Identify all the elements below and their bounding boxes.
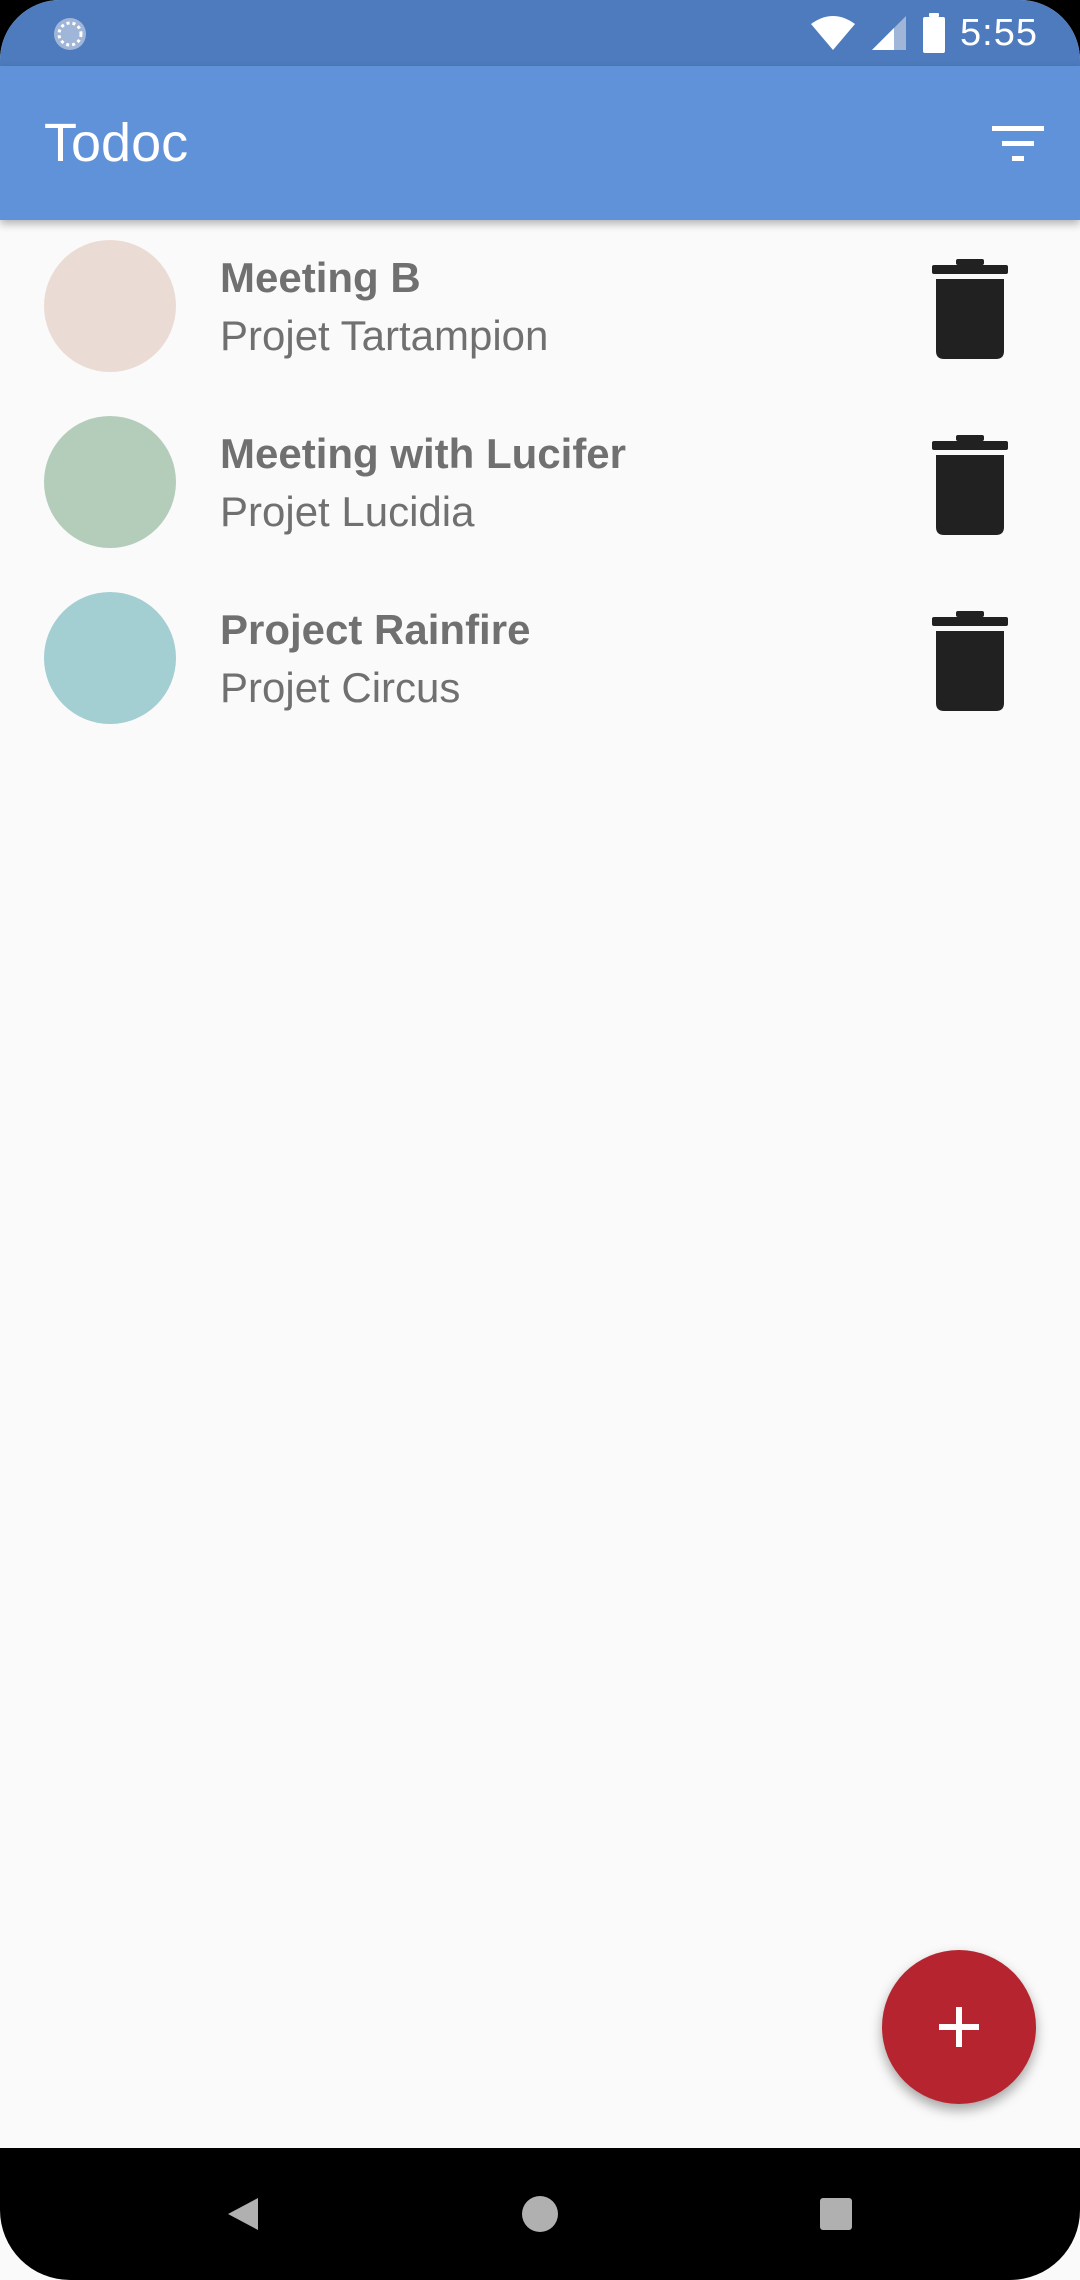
task-row[interactable]: Meeting B Projet Tartampion — [0, 220, 1080, 396]
recents-button[interactable] — [800, 2178, 872, 2250]
home-icon — [522, 2196, 558, 2232]
task-project: Projet Circus — [220, 664, 461, 711]
cellular-signal-icon — [872, 16, 907, 50]
filter-icon — [992, 126, 1044, 161]
plus-icon — [939, 2007, 979, 2047]
trash-icon — [932, 611, 1008, 711]
project-color-dot — [44, 240, 176, 372]
task-project: Projet Lucidia — [220, 488, 475, 535]
app-bar: Todoc — [0, 66, 1080, 220]
home-button[interactable] — [504, 2178, 576, 2250]
task-project: Projet Tartampion — [220, 312, 549, 359]
battery-icon — [923, 13, 946, 53]
project-color-dot — [44, 416, 176, 548]
task-row[interactable]: Meeting with Lucifer Projet Lucidia — [0, 396, 1080, 572]
navigation-bar — [0, 2148, 1080, 2280]
delete-task-button[interactable] — [922, 430, 1018, 540]
recents-icon — [820, 2198, 852, 2230]
task-row[interactable]: Project Rainfire Projet Circus — [0, 572, 1080, 748]
app-title: Todoc — [44, 113, 189, 173]
trash-icon — [932, 435, 1008, 535]
sync-icon — [54, 18, 86, 50]
filter-button[interactable] — [986, 112, 1050, 176]
status-right-group: 5:55 — [810, 8, 1038, 58]
status-bar: 5:55 — [0, 0, 1080, 66]
task-list: Meeting B Projet Tartampion Meeting with… — [0, 220, 1080, 748]
project-color-dot — [44, 592, 176, 724]
add-task-button[interactable] — [882, 1950, 1036, 2104]
delete-task-button[interactable] — [922, 606, 1018, 716]
back-icon — [228, 2198, 258, 2230]
delete-task-button[interactable] — [922, 254, 1018, 364]
task-name: Meeting B — [220, 254, 421, 301]
trash-icon — [932, 259, 1008, 359]
back-button[interactable] — [206, 2178, 278, 2250]
status-time: 5:55 — [960, 11, 1038, 54]
app-screen: 5:55 Todoc Meeting B Projet Tartampion M… — [0, 0, 1080, 2280]
task-name: Meeting with Lucifer — [220, 430, 627, 477]
task-name: Project Rainfire — [220, 606, 531, 653]
wifi-icon — [811, 16, 856, 50]
